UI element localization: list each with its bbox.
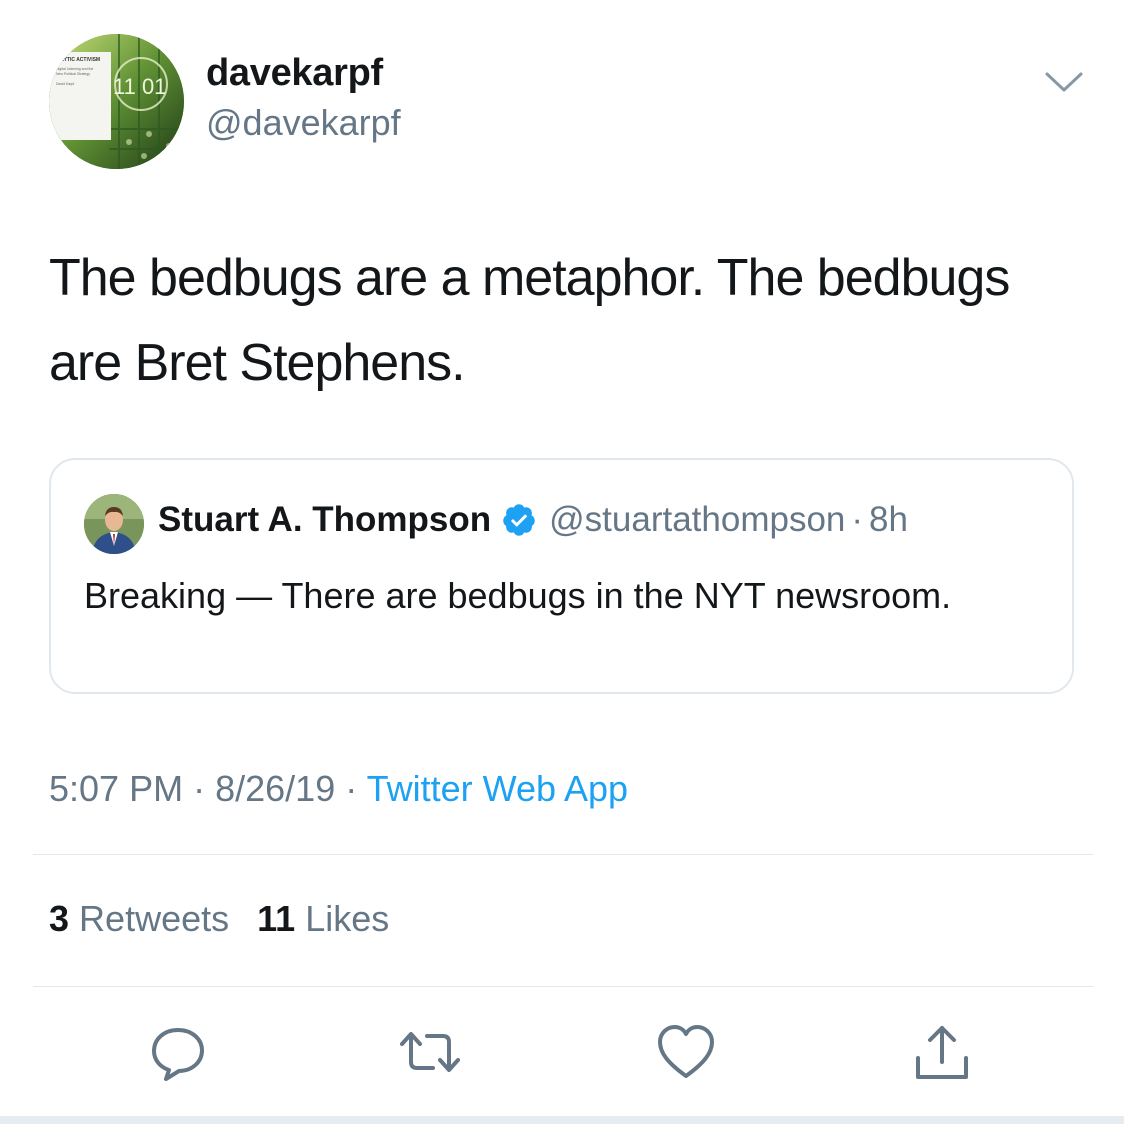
tweet-time[interactable]: 5:07 PM <box>49 768 183 809</box>
author-display-name[interactable]: davekarpf <box>206 52 383 95</box>
avatar-book-subtitle-1: Digital Listening and the <box>56 67 93 71</box>
chevron-down-icon[interactable] <box>1043 68 1085 96</box>
avatar-book-digits: 11 01 <box>113 74 166 99</box>
avatar-book-subtitle-2: New Political Strategy <box>56 72 90 76</box>
reply-button[interactable] <box>148 1022 208 1082</box>
likes-stat[interactable]: 11 Likes <box>257 898 389 939</box>
retweet-button[interactable] <box>400 1022 460 1082</box>
avatar-book-cover: .ALYTIC ACTIVISM Digital Listening and t… <box>49 34 184 169</box>
likes-label: Likes <box>305 898 390 939</box>
retweets-label: Retweets <box>79 898 230 939</box>
share-button[interactable] <box>912 1022 972 1082</box>
like-button[interactable] <box>656 1022 716 1082</box>
verified-badge-icon <box>503 504 535 536</box>
quoted-display-name[interactable]: Stuart A. Thompson <box>158 500 491 540</box>
tweet-stats: 3 Retweets 11 Likes <box>49 898 389 940</box>
retweets-count: 3 <box>49 898 70 939</box>
tweet-date[interactable]: 8/26/19 <box>215 768 335 809</box>
avatar-book-title: .ALYTIC ACTIVISM <box>56 57 100 63</box>
author-handle[interactable]: @davekarpf <box>206 102 401 144</box>
avatar-book-author: David Karpf <box>56 82 74 86</box>
tweet-source-link[interactable]: Twitter Web App <box>367 768 628 809</box>
tweet-meta: 5:07 PM · 8/26/19 · Twitter Web App <box>49 768 628 810</box>
quoted-tweet-header: Stuart A. Thompson @stuartathompson · 8h <box>158 500 908 540</box>
divider <box>33 854 1093 855</box>
share-icon <box>916 1026 968 1079</box>
meta-separator: · <box>193 768 206 809</box>
quoted-tweet-text: Breaking — There are bedbugs in the NYT … <box>84 575 952 616</box>
meta-separator-2: · <box>345 768 358 809</box>
tweet-text: The bedbugs are a metaphor. The bedbugs … <box>49 249 1010 392</box>
quoted-author-avatar[interactable] <box>84 494 144 554</box>
bottom-bar <box>0 1116 1124 1124</box>
retweet-icon <box>400 1032 460 1072</box>
quoted-avatar-photo <box>84 494 144 554</box>
likes-count: 11 <box>257 898 296 939</box>
reply-icon <box>152 1028 204 1081</box>
quoted-handle[interactable]: @stuartathompson <box>549 500 845 540</box>
quoted-separator: · <box>851 500 864 539</box>
quoted-timestamp: 8h <box>869 500 908 539</box>
quoted-tweet-card[interactable]: Stuart A. Thompson @stuartathompson · 8h… <box>49 458 1074 694</box>
divider <box>33 986 1093 987</box>
heart-icon <box>658 1025 714 1078</box>
retweets-stat[interactable]: 3 Retweets <box>49 898 229 939</box>
author-avatar[interactable]: .ALYTIC ACTIVISM Digital Listening and t… <box>49 34 184 169</box>
